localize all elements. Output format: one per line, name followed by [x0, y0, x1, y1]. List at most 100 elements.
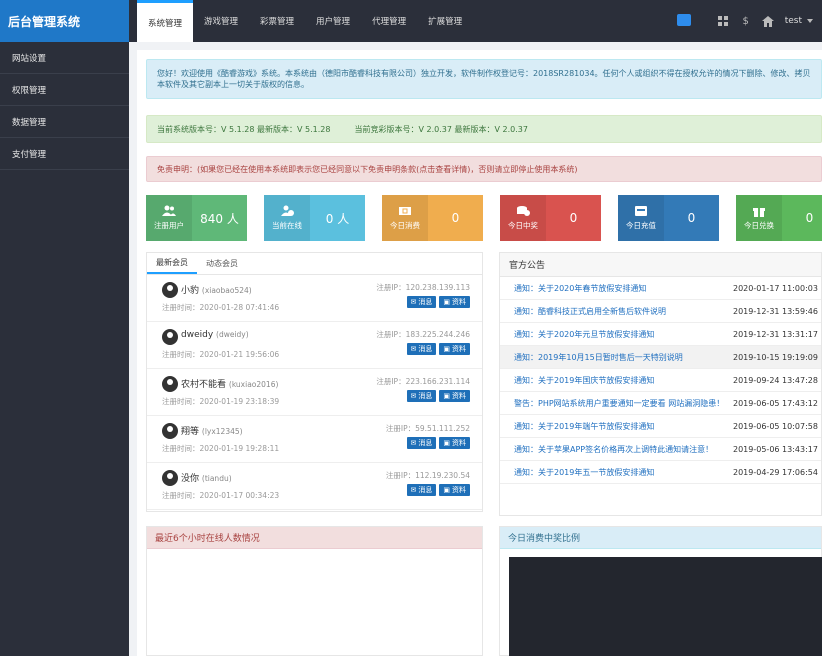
stat-card[interactable]: 注册用户 840 人: [146, 195, 247, 241]
message-button-label: 消息: [418, 298, 433, 306]
announcement-title[interactable]: 通知：酷睿科技正式启用全新售后软件说明: [500, 306, 733, 317]
home-icon[interactable]: [759, 12, 777, 30]
stat-card[interactable]: 今日充值 0: [618, 195, 719, 241]
tab-users[interactable]: 用户管理: [305, 0, 361, 42]
tab-lottery[interactable]: 彩票管理: [249, 0, 305, 42]
stat-card-label-area: 注册用户: [146, 195, 192, 241]
chevron-down-icon[interactable]: [806, 12, 814, 30]
message-button-label: 消息: [418, 392, 433, 400]
tab-agents[interactable]: 代理管理: [361, 0, 417, 42]
member-reg-time: 注册时间：2020-01-17 00:34:23: [162, 491, 280, 500]
tab-active-members[interactable]: 动态会员: [197, 253, 247, 274]
tab-games[interactable]: 游戏管理: [193, 0, 249, 42]
image-icon: ▣: [443, 486, 450, 494]
member-actions: ✉ 消息 ▣ 资料: [404, 343, 470, 355]
announcement-title[interactable]: 通知：关于苹果APP签名价格再次上调特此通知请注意！: [500, 444, 733, 455]
disclaimer-notice[interactable]: 免责申明：(如果您已经在使用本系统即表示您已经同意以下免责申明条款(点击查看详情…: [146, 156, 822, 182]
disclaimer-text: 免责申明：(如果您已经在使用本系统即表示您已经同意以下免责申明条款(点击查看详情…: [157, 164, 578, 174]
top-bar: 系统管理 游戏管理 彩票管理 用户管理 代理管理 扩展管理 $ test: [129, 0, 822, 42]
profile-button[interactable]: ▣ 资料: [439, 437, 470, 449]
welcome-text: 您好！欢迎使用《酷睿游戏》系统。本系统由（德阳市酷睿科技有限公司）独立开发，软件…: [157, 69, 811, 89]
announcement-row[interactable]: 通知：关于2019年国庆节放假安排通知 2019-09-24 13:47:28: [500, 369, 821, 392]
announcement-list: 通知：关于2020年春节放假安排通知 2020-01-17 11:00:03 通知：…: [500, 277, 821, 484]
user-check-icon: [280, 205, 294, 217]
announcement-row[interactable]: 通知：关于2019年五一节放假安排通知 2019-04-29 17:06:54: [500, 461, 821, 484]
member-name: 农村不能看 (kuxiao2016): [181, 377, 278, 390]
member-row: 农村不能看 (kuxiao2016) 注册时间：2020-01-19 23:18:…: [147, 370, 482, 416]
stat-card-value: 0 人: [325, 211, 350, 226]
member-row: dweidy (dweidy) 注册时间：2020-01-21 19:56:06 注…: [147, 323, 482, 369]
member-display-name: 没你: [181, 474, 200, 484]
app-logo[interactable]: 后台管理系统: [0, 0, 129, 42]
stat-card-label-area: 今日兑换: [736, 195, 782, 241]
announcement-title[interactable]: 通知：关于2020年春节放假安排通知: [500, 283, 733, 294]
mail-icon: ✉: [410, 439, 417, 447]
announcement-row[interactable]: 通知：关于苹果APP签名价格再次上调特此通知请注意！ 2019-05-06 13:…: [500, 438, 821, 461]
announcement-row[interactable]: 通知：关于2020年春节放假安排通知 2020-01-17 11:00:03: [500, 277, 821, 300]
mail-icon: ✉: [410, 298, 417, 306]
message-icon[interactable]: [677, 14, 691, 26]
tab-latest-members[interactable]: 最新会员: [147, 253, 197, 274]
member-actions: ✉ 消息 ▣ 资料: [404, 390, 470, 402]
stat-card-value: 840 人: [200, 211, 239, 226]
stat-card[interactable]: 今日兑换 0: [736, 195, 822, 241]
announcement-title[interactable]: 通知：关于2019年端午节放假安排通知: [500, 421, 733, 432]
announcement-row[interactable]: 通知：2019年10月15日暂时售后一天特别说明 2019-10-15 19:19…: [500, 346, 821, 369]
stat-card[interactable]: 当前在线 0 人: [264, 195, 365, 241]
message-button[interactable]: ✉ 消息: [406, 343, 437, 355]
sidebar: 后台管理系统 网站设置 权限管理 数据管理 支付管理: [0, 0, 129, 656]
sidebar-item-data[interactable]: 数据管理: [0, 106, 129, 138]
announcement-row[interactable]: 警告：PHP网站系统用户重要通知一定要看 网站漏洞隐患！ 2019-06-05 1…: [500, 392, 821, 415]
stat-card-label: 今日中奖: [508, 221, 538, 230]
profile-button[interactable]: ▣ 资料: [439, 296, 470, 308]
announcement-row[interactable]: 通知：关于2020年元旦节放假安排通知 2019-12-31 13:31:17: [500, 323, 821, 346]
stat-card-label: 今日兑换: [744, 221, 774, 230]
member-reg-ip: 注册IP：183.225.244.246: [376, 330, 470, 339]
stat-card[interactable]: 今日消费 0: [382, 195, 483, 241]
announcement-date: 2019-12-31 13:59:46: [733, 306, 818, 316]
sidebar-item-payment[interactable]: 支付管理: [0, 138, 129, 170]
user-menu[interactable]: test: [785, 16, 802, 26]
announcement-row[interactable]: 通知：关于2019年端午节放假安排通知 2019-06-05 10:07:58: [500, 415, 821, 438]
announcement-title[interactable]: 通知：关于2019年五一节放假安排通知: [500, 467, 733, 478]
members-panel: 最新会员 动态会员 小豹 (xiaobao524) 注册时间：2020-01-28…: [146, 252, 483, 512]
grid-icon[interactable]: [715, 12, 733, 30]
tab-extensions[interactable]: 扩展管理: [417, 0, 473, 42]
stat-card-label: 注册用户: [154, 221, 184, 230]
message-button[interactable]: ✉ 消息: [406, 437, 437, 449]
announcement-title[interactable]: 通知：关于2020年元旦节放假安排通知: [500, 329, 733, 340]
announcements-panel: 官方公告 通知：关于2020年春节放假安排通知 2020-01-17 11:00:…: [499, 252, 822, 516]
sidebar-item-site-settings[interactable]: 网站设置: [0, 42, 129, 74]
sidebar-item-permissions[interactable]: 权限管理: [0, 74, 129, 106]
tab-system[interactable]: 系统管理: [137, 0, 194, 42]
message-button[interactable]: ✉ 消息: [406, 390, 437, 402]
dollar-icon[interactable]: $: [737, 12, 755, 30]
mail-icon: ✉: [410, 345, 417, 353]
consumption-ratio-panel: 今日消费中奖比例: [499, 526, 822, 656]
announcement-row[interactable]: 通知：酷睿科技正式启用全新售后软件说明 2019-12-31 13:59:46: [500, 300, 821, 323]
member-reg-time: 注册时间：2020-01-19 19:28:11: [162, 444, 280, 453]
announcement-title[interactable]: 警告：PHP网站系统用户重要通知一定要看 网站漏洞隐患！: [500, 398, 733, 409]
profile-button[interactable]: ▣ 资料: [439, 343, 470, 355]
stat-card[interactable]: 今日中奖 0: [500, 195, 601, 241]
main-content: 您好！欢迎使用《酷睿游戏》系统。本系统由（德阳市酷睿科技有限公司）独立开发，软件…: [137, 50, 822, 656]
avatar: [162, 423, 178, 439]
ratio-chart-area: [509, 557, 822, 656]
message-button[interactable]: ✉ 消息: [406, 484, 437, 496]
member-row: 小豹 (xiaobao524) 注册时间：2020-01-28 07:41:46 注…: [147, 276, 482, 322]
card-icon: [634, 205, 648, 217]
profile-button[interactable]: ▣ 资料: [439, 484, 470, 496]
system-version-text: 当前系统版本号：V 5.1.28 最新版本：V 5.1.28: [157, 124, 331, 134]
member-username: (xiaobao524): [201, 286, 252, 295]
announcement-title[interactable]: 通知：2019年10月15日暂时售后一天特别说明: [500, 352, 733, 363]
announcement-title[interactable]: 通知：关于2019年国庆节放假安排通知: [500, 375, 733, 386]
member-reg-ip: 注册IP：59.51.111.252: [385, 424, 470, 433]
coins-icon: [516, 205, 530, 217]
image-icon: ▣: [443, 439, 450, 447]
stat-card-label-area: 今日消费: [382, 195, 428, 241]
welcome-notice: 您好！欢迎使用《酷睿游戏》系统。本系统由（德阳市酷睿科技有限公司）独立开发，软件…: [146, 59, 822, 99]
member-actions: ✉ 消息 ▣ 资料: [404, 296, 470, 308]
profile-button[interactable]: ▣ 资料: [439, 390, 470, 402]
profile-button-label: 资料: [452, 298, 466, 306]
message-button[interactable]: ✉ 消息: [406, 296, 437, 308]
